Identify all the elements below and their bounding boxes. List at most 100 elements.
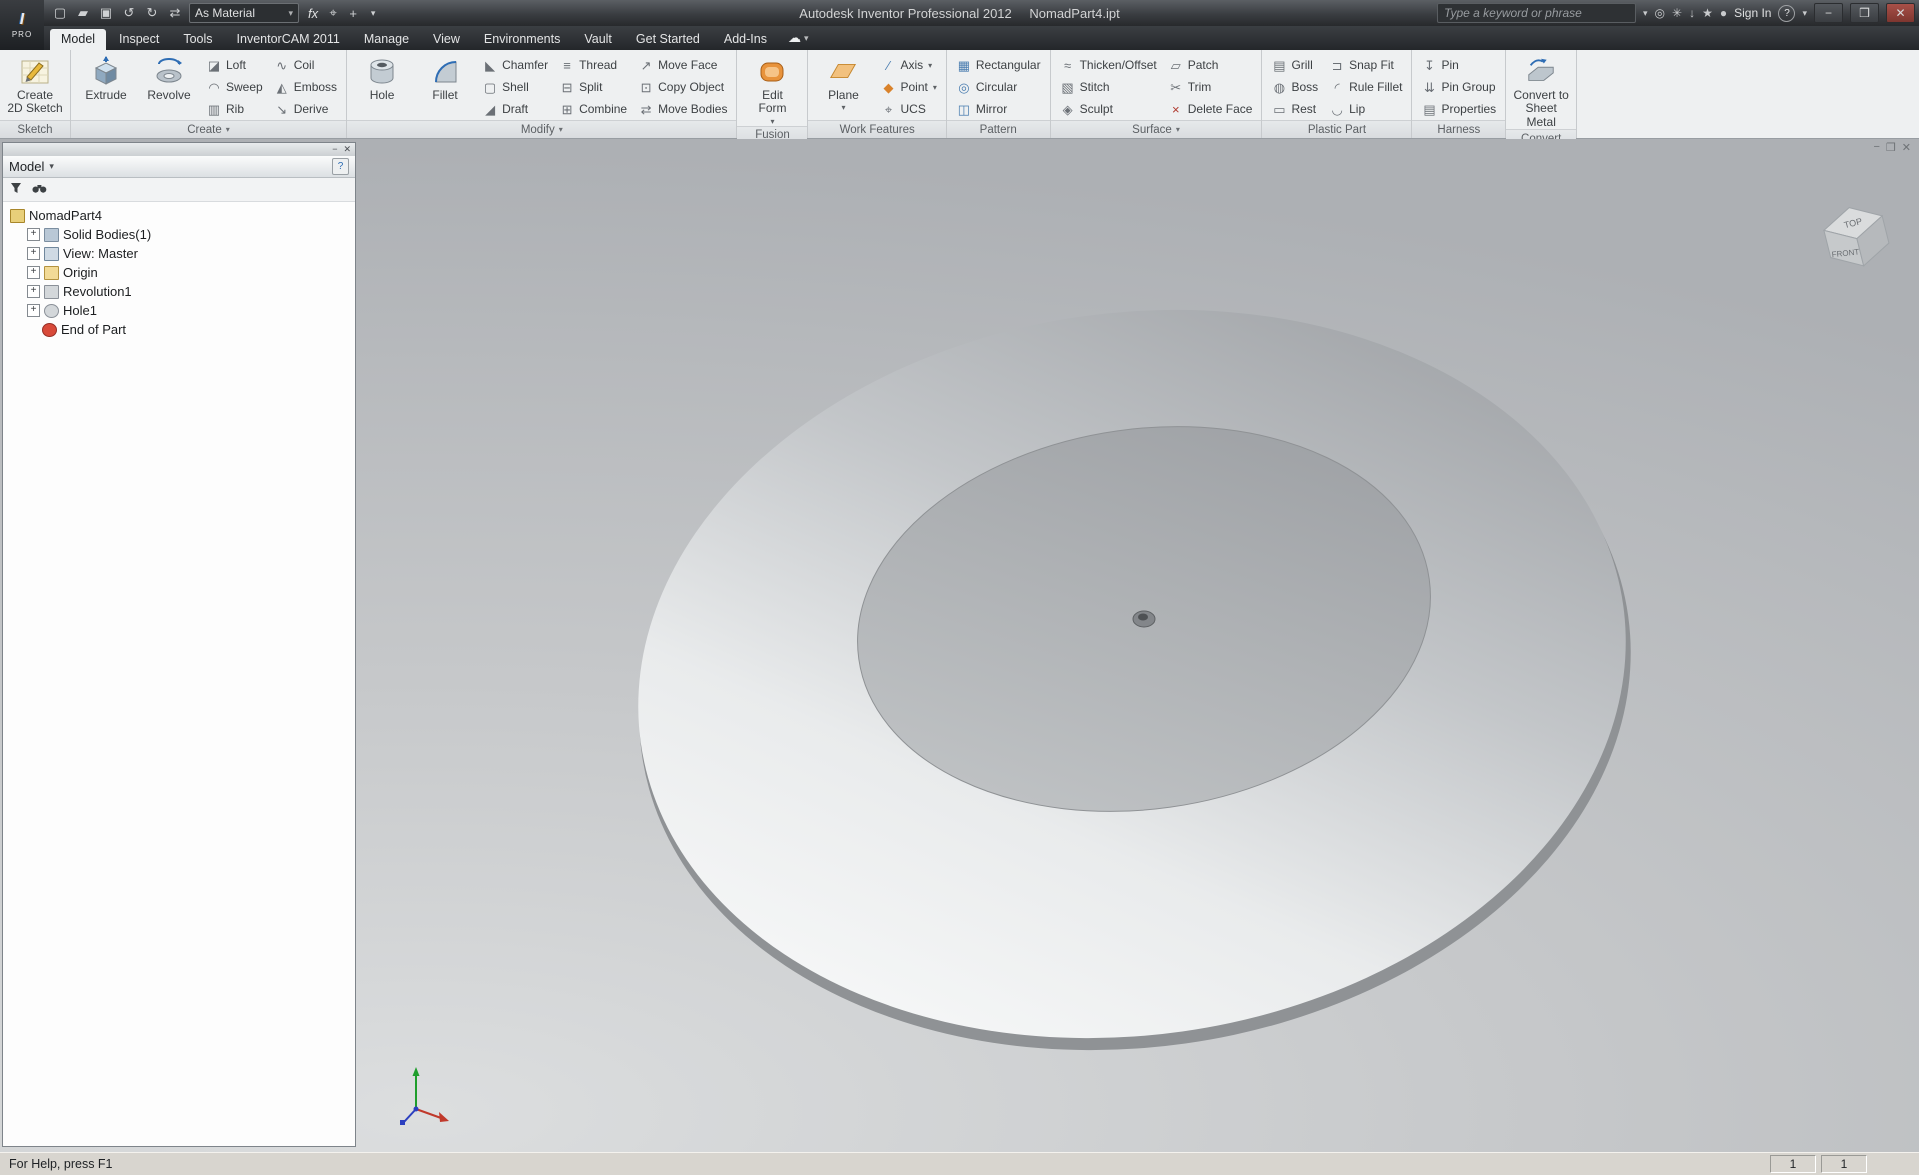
panel-label-sketch[interactable]: Sketch xyxy=(0,120,70,138)
extrude-button[interactable]: Extrude xyxy=(76,52,136,120)
panel-label-work-features[interactable]: Work Features xyxy=(808,120,946,138)
tree-item-end-of-part[interactable]: End of Part xyxy=(5,320,353,339)
undo-icon[interactable]: ↺ xyxy=(119,4,139,23)
tree-item-hole1[interactable]: + Hole1 xyxy=(5,301,353,320)
cloud-services-tab[interactable]: ☁ ▾ xyxy=(780,28,817,50)
delete-face-button[interactable]: × Delete Face xyxy=(1164,98,1257,120)
tree-item-nomadpart4[interactable]: NomadPart4 xyxy=(5,206,353,225)
measure-icon[interactable]: ⌖ xyxy=(323,4,343,23)
minimize-button[interactable]: − xyxy=(1814,3,1843,23)
expand-plus-icon[interactable]: + xyxy=(27,285,40,298)
inventor-logo[interactable]: I PRO xyxy=(0,0,44,50)
search-input[interactable] xyxy=(1437,3,1637,23)
tab-environments[interactable]: Environments xyxy=(473,29,571,50)
rest-button[interactable]: ▭ Rest xyxy=(1267,98,1322,120)
expand-plus-icon[interactable]: + xyxy=(27,247,40,260)
browser-help-button[interactable]: ? xyxy=(332,158,349,175)
browser-title-bar[interactable]: Model ▾ ? xyxy=(3,156,355,178)
tree-item-view-master[interactable]: + View: Master xyxy=(5,244,353,263)
plane-button[interactable]: Plane ▾ xyxy=(813,52,873,120)
hole-button[interactable]: Hole xyxy=(352,52,412,120)
doc-close-button[interactable]: ✕ xyxy=(1902,141,1911,154)
chamfer-button[interactable]: ◣ Chamfer xyxy=(478,54,552,76)
panel-label-modify[interactable]: Modify ▾ xyxy=(347,120,737,138)
close-button[interactable]: ✕ xyxy=(1886,3,1915,23)
trim-button[interactable]: ✂ Trim xyxy=(1164,76,1257,98)
draft-button[interactable]: ◢ Draft xyxy=(478,98,552,120)
find-icon[interactable] xyxy=(32,181,47,199)
combine-button[interactable]: ⊞ Combine xyxy=(555,98,631,120)
qat-customize-arrow-icon[interactable]: ▾ xyxy=(363,4,383,23)
axis-button[interactable]: ∕ Axis ▾ xyxy=(876,54,940,76)
emboss-button[interactable]: ◭ Emboss xyxy=(270,76,341,98)
user-icon[interactable]: ● xyxy=(1720,6,1727,20)
move-face-button[interactable]: ↗ Move Face xyxy=(634,54,731,76)
help-arrow-icon[interactable]: ▾ xyxy=(1802,8,1807,19)
sign-in-button[interactable]: Sign In xyxy=(1734,6,1771,20)
expand-plus-icon[interactable]: + xyxy=(27,266,40,279)
ucs-button[interactable]: ⌖ UCS xyxy=(876,98,940,120)
panel-label-pattern[interactable]: Pattern xyxy=(946,120,1050,138)
coil-button[interactable]: ∿ Coil xyxy=(270,54,341,76)
community-search-icon[interactable]: ◎ xyxy=(1655,6,1665,20)
tab-model[interactable]: Model xyxy=(50,29,107,50)
patch-button[interactable]: ▱ Patch xyxy=(1164,54,1257,76)
mirror-button[interactable]: ◫ Mirror xyxy=(952,98,1045,120)
browser-close-icon[interactable]: ✕ xyxy=(343,145,351,154)
tab-view[interactable]: View xyxy=(422,29,471,50)
stitch-button[interactable]: ▧ Stitch xyxy=(1056,76,1161,98)
snap-fit-button[interactable]: ⊐ Snap Fit xyxy=(1325,54,1406,76)
tools-icon[interactable]: ✳ xyxy=(1672,6,1682,20)
copy-object-button[interactable]: ⊡ Copy Object xyxy=(634,76,731,98)
properties-button[interactable]: ▤ Properties xyxy=(1417,98,1500,120)
view-cube[interactable]: TOP FRONT xyxy=(1820,200,1893,273)
expand-plus-icon[interactable]: + xyxy=(27,228,40,241)
doc-minimize-button[interactable]: − xyxy=(1873,141,1879,154)
tab-get-started[interactable]: Get Started xyxy=(625,29,711,50)
grill-button[interactable]: ▤ Grill xyxy=(1267,54,1322,76)
tree-item-revolution1[interactable]: + Revolution1 xyxy=(5,282,353,301)
help-button[interactable]: ? xyxy=(1778,4,1796,22)
tab-tools[interactable]: Tools xyxy=(172,29,223,50)
thicken-offset-button[interactable]: ≈ Thicken/Offset xyxy=(1056,54,1161,76)
convert-to-sheet-metal-button[interactable]: Convert to Sheet Metal xyxy=(1511,52,1571,129)
split-button[interactable]: ⊟ Split xyxy=(555,76,631,98)
open-file-icon[interactable]: ▰ xyxy=(73,4,93,23)
tab-inventorcam-2011[interactable]: InventorCAM 2011 xyxy=(226,29,351,50)
rib-button[interactable]: ▥ Rib xyxy=(202,98,267,120)
tab-manage[interactable]: Manage xyxy=(353,29,420,50)
material-combo[interactable]: As Material ▾ xyxy=(189,3,299,23)
maximize-button[interactable]: ❒ xyxy=(1850,3,1879,23)
edit-form-button[interactable]: Edit Form ▾ xyxy=(742,52,802,126)
expand-plus-icon[interactable]: + xyxy=(27,304,40,317)
tab-inspect[interactable]: Inspect xyxy=(108,29,170,50)
tab-vault[interactable]: Vault xyxy=(573,29,623,50)
panel-label-create[interactable]: Create ▾ xyxy=(71,120,347,138)
point-button[interactable]: ◆ Point ▾ xyxy=(876,76,940,98)
pin-button[interactable]: ↧ Pin xyxy=(1417,54,1500,76)
add-icon[interactable]: + xyxy=(343,4,363,23)
fillet-button[interactable]: Fillet xyxy=(415,52,475,120)
filter-icon[interactable] xyxy=(10,181,22,199)
tree-item-solid-bodies-1[interactable]: + Solid Bodies(1) xyxy=(5,225,353,244)
boss-button[interactable]: ◍ Boss xyxy=(1267,76,1322,98)
rectangular-button[interactable]: ▦ Rectangular xyxy=(952,54,1045,76)
panel-label-harness[interactable]: Harness xyxy=(1412,120,1506,138)
revolve-button[interactable]: Revolve xyxy=(139,52,199,120)
save-icon[interactable]: ▣ xyxy=(96,4,116,23)
pin-group-button[interactable]: ⇊ Pin Group xyxy=(1417,76,1500,98)
derive-button[interactable]: ↘ Derive xyxy=(270,98,341,120)
search-arrow-icon[interactable]: ▾ xyxy=(1643,8,1648,19)
create-2d-sketch-button[interactable]: Create 2D Sketch xyxy=(5,52,65,120)
panel-label-surface[interactable]: Surface ▾ xyxy=(1050,120,1262,138)
panel-label-plastic-part[interactable]: Plastic Part xyxy=(1262,120,1412,138)
doc-restore-button[interactable]: ❒ xyxy=(1886,141,1896,154)
lip-button[interactable]: ◡ Lip xyxy=(1325,98,1406,120)
browser-collapse-icon[interactable]: − xyxy=(332,145,337,154)
parameters-fx-button[interactable]: fx xyxy=(303,6,323,21)
download-icon[interactable]: ↓ xyxy=(1689,6,1695,20)
rule-fillet-button[interactable]: ◜ Rule Fillet xyxy=(1325,76,1406,98)
sweep-button[interactable]: ◠ Sweep xyxy=(202,76,267,98)
shell-button[interactable]: ▢ Shell xyxy=(478,76,552,98)
update-icon[interactable]: ⇄ xyxy=(165,4,185,23)
